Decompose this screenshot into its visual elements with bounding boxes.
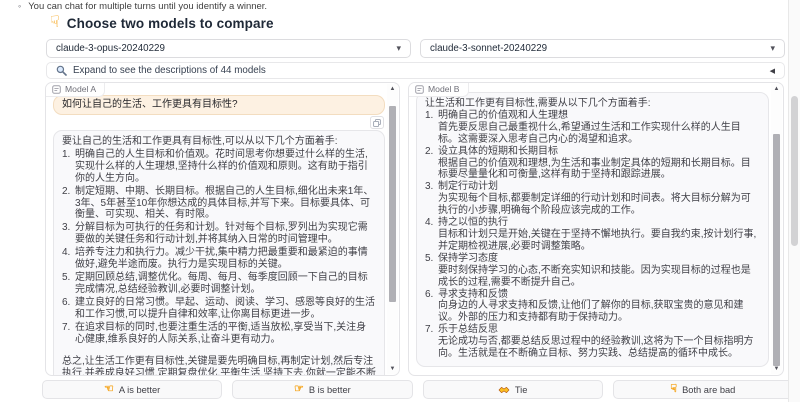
scroll-down-icon[interactable]: ▼ (771, 366, 782, 372)
list-item: 1.明确自己的价值观和人生理想首先要反思自己最重视什么,希望通过生活和工作实现什… (425, 110, 760, 146)
section-header: ☟ Choose two models to compare (50, 15, 274, 31)
b-is-better-button[interactable]: ☞ B is better (232, 380, 412, 399)
model-a-scrollbar[interactable]: ▲ ▼ (387, 84, 398, 374)
instructions-text: You can chat for multiple turns until yo… (28, 1, 267, 12)
thumbs-down-icon-button[interactable]: ☟ Both are bad (613, 380, 793, 399)
model-selects-row: claude-3-opus-20240229 ▾ claude-3-sonnet… (46, 39, 785, 58)
list-item: 3.制定行动计划为实现每个目标,都要制定详细的行动计划和时间表。将大目标分解为可… (425, 181, 760, 217)
list-item: 7.乐于总结反思无论成功与否,都要总结反思过程中的经验教训,这将为下一个目标指明… (425, 324, 760, 360)
accordion-collapse-icon: ◀ (770, 67, 775, 75)
magnifier-icon (56, 65, 67, 76)
model-a-response-bubble: 要让自己的生活和工作更具有目标性,可以从以下几个方面着手: 1.明确自己的人生目… (53, 130, 385, 375)
tie-button[interactable]: Tie (423, 380, 603, 399)
point-right-hand-icon: ☞ (294, 384, 304, 395)
scroll-up-icon[interactable]: ▲ (771, 86, 782, 92)
point-left-hand-icon: ☜ (104, 384, 114, 395)
response-intro: 要让自己的生活和工作更具有目标性,可以从以下几个方面着手: (62, 136, 376, 148)
user-message-text: 如何让自己的生活、工作更具有目标性? (62, 99, 238, 110)
model-b-select-value: claude-3-sonnet-20240229 (430, 43, 770, 54)
model-b-select[interactable]: claude-3-sonnet-20240229 ▾ (420, 39, 785, 58)
response-intro: 让生活和工作更有目标性,需要从以下几个方面着手: (425, 98, 760, 110)
list-item: 3.分解目标为可执行的任务和计划。针对每个目标,罗列出为实现它需要做的关键任务和… (62, 222, 376, 246)
thumbs-down-icon: ☟ (670, 384, 677, 395)
response-outro: 总之,让生活工作更有目标性,关键是要先明确目标,再制定计划,然后专注执行,并养成… (62, 356, 376, 375)
model-b-response-bubble: 让生活和工作更有目标性,需要从以下几个方面着手: 1.明确自己的价值观和人生理想… (416, 92, 769, 367)
chevron-down-icon: ▾ (770, 43, 775, 54)
scrollbar-thumb[interactable] (773, 134, 780, 366)
scroll-down-icon[interactable]: ▼ (387, 366, 398, 372)
copy-icon[interactable] (370, 116, 384, 129)
bullet-glyph: ◦ (18, 1, 21, 12)
model-b-scrollbar[interactable]: ▲ ▼ (771, 84, 782, 374)
list-item: 2.设立具体的短期和长期目标根据自己的价值观和理想,为生活和事业制定具体的短期和… (425, 146, 760, 182)
list-item: 4.培养专注力和执行力。减少干扰,集中精力把最重要和最紧迫的事情做好,避免半途而… (62, 247, 376, 271)
point-down-hand-icon: ☟ (50, 15, 60, 31)
list-item: 5.保持学习态度要时刻保持学习的心态,不断充实知识和技能。因为实现目标的过程也是… (425, 253, 760, 289)
handshake-icon (498, 385, 510, 395)
chevron-down-icon: ▾ (396, 43, 401, 54)
chatbot-icon (52, 85, 61, 94)
model-descriptions-accordion[interactable]: Expand to see the descriptions of 44 mod… (46, 62, 785, 79)
instructions-line: ◦ You can chat for multiple turns until … (18, 1, 780, 12)
model-b-chat-area: 让生活和工作更有目标性,需要从以下几个方面着手: 1.明确自己的价值观和人生理想… (409, 83, 771, 375)
model-a-select-value: claude-3-opus-20240229 (56, 43, 396, 54)
page-scrollbar[interactable] (788, 0, 800, 402)
list-item: 1.明确自己的人生目标和价值观。花时间思考你想要过什么样的生活,实现什么样的人生… (62, 149, 376, 185)
accordion-label: Expand to see the descriptions of 44 mod… (73, 65, 764, 76)
model-b-label: Model B (409, 83, 469, 97)
page-scrollbar-thumb[interactable] (791, 96, 798, 246)
scrollbar-thumb[interactable] (389, 106, 396, 302)
message-actions (53, 116, 384, 130)
list-item: 2.制定短期、中期、长期目标。根据自己的人生目标,细化出未来1年、3年、5年甚至… (62, 186, 376, 222)
model-a-panel: Model A 如何让自己的生活、工作更具有目标性? 要让自己的生活和工作更具有… (45, 82, 400, 376)
model-a-select[interactable]: claude-3-opus-20240229 ▾ (46, 39, 411, 58)
model-a-label: Model A (46, 83, 105, 97)
list-item: 6.寻求支持和反馈向身边的人寻求支持和反馈,让他们了解你的目标,获取宝贵的意见和… (425, 289, 760, 325)
model-a-chat-area: 如何让自己的生活、工作更具有目标性? 要让自己的生活和工作更具有目标性,可以从以… (46, 83, 387, 375)
chat-panels: Model A 如何让自己的生活、工作更具有目标性? 要让自己的生活和工作更具有… (45, 82, 784, 376)
user-message-bubble: 如何让自己的生活、工作更具有目标性? (53, 95, 385, 115)
scroll-up-icon[interactable]: ▲ (387, 86, 398, 92)
list-item: 7.在追求目标的同时,也要注重生活的平衡,适当放松,享受当下,关注身心健康,维系… (62, 322, 376, 346)
list-item: 5.定期回顾总结,调整优化。每周、每月、每季度回顾一下自己的目标完成情况,总结经… (62, 272, 376, 296)
chatbot-arena-app: ◦ You can chat for multiple turns until … (0, 0, 800, 402)
vote-buttons-row: ☜ A is better ☞ B is better Tie ☟ Both a… (42, 380, 793, 399)
page-title: Choose two models to compare (67, 16, 274, 31)
list-item: 6.建立良好的日常习惯。早起、运动、阅读、学习、感恩等良好的生活和工作习惯,可以… (62, 297, 376, 321)
a-is-better-button[interactable]: ☜ A is better (42, 380, 222, 399)
chatbot-icon (415, 85, 424, 94)
list-item: 4.持之以恒的执行目标和计划只是开始,关键在于坚持不懈地执行。要自我约束,按计划… (425, 217, 760, 253)
model-b-panel: Model B 让生活和工作更有目标性,需要从以下几个方面着手: 1.明确自己的… (408, 82, 784, 376)
